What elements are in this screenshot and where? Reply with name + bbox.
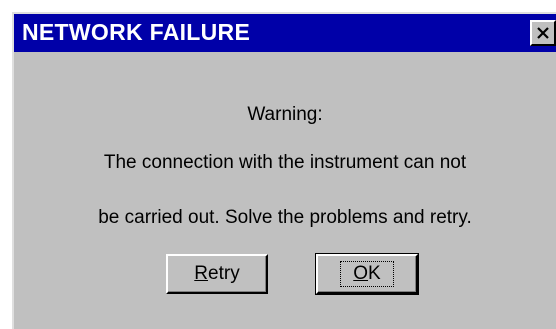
retry-mnemonic: R [194,263,209,284]
ok-mnemonic: O [353,263,369,284]
network-failure-dialog: NETWORK FAILURE Warning: The connection … [12,12,556,329]
close-icon [537,27,549,39]
ok-label-rest: K [368,263,381,284]
dialog-title: NETWORK FAILURE [22,19,251,45]
message-line-1: The connection with the instrument can n… [103,152,467,173]
close-button[interactable] [530,20,556,46]
warning-heading: Warning: [247,104,323,125]
retry-label-rest: etry [208,263,240,284]
retry-button[interactable]: Retry [166,254,268,294]
ok-focus-rect: OK [340,261,394,287]
ok-button[interactable]: OK [315,253,419,295]
message-line-2: be carried out. Solve the problems and r… [98,207,472,228]
title-bar[interactable]: NETWORK FAILURE [14,14,556,52]
retry-label: Retry [194,263,239,285]
